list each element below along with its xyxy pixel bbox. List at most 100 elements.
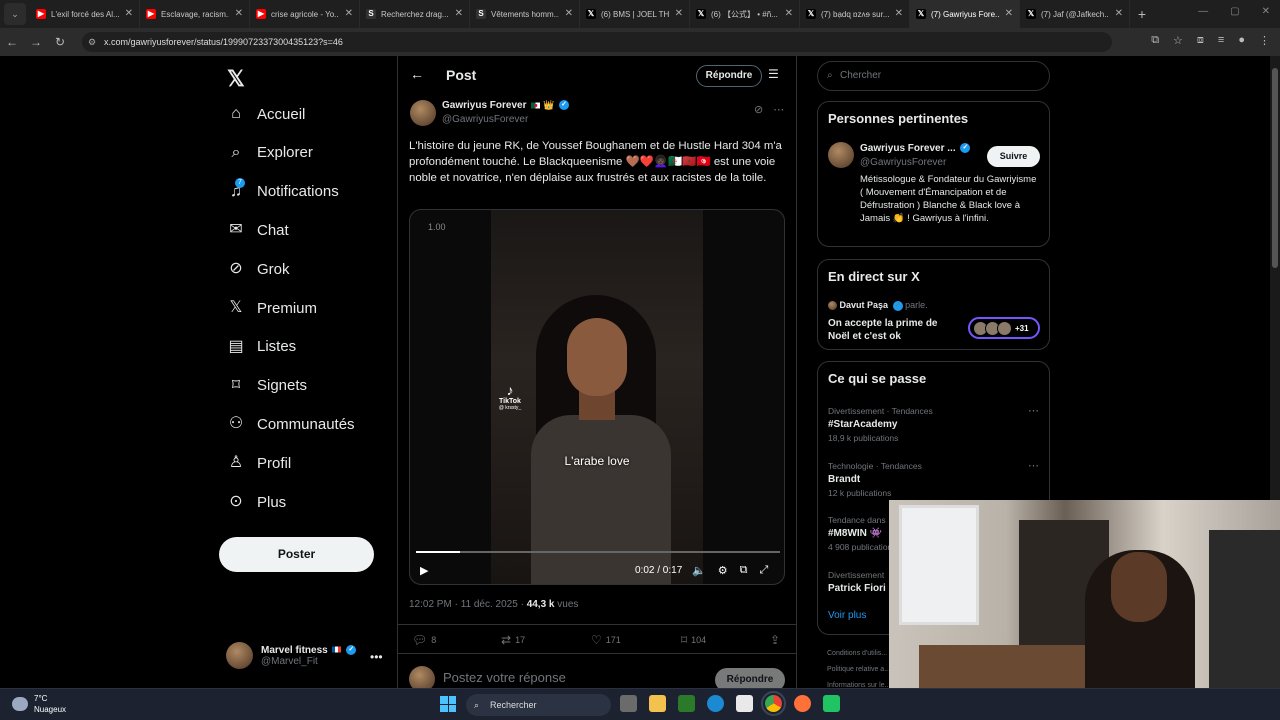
browser-menu-icon[interactable]: ⋮: [1259, 34, 1270, 47]
nvidia-icon[interactable]: [678, 695, 695, 712]
sidebar-item-chat[interactable]: ✉ Chat: [227, 221, 288, 239]
close-tab-icon[interactable]: ✕: [125, 8, 133, 19]
profile-icon[interactable]: ●: [1238, 34, 1245, 47]
close-tab-icon[interactable]: ✕: [1115, 8, 1123, 19]
video-progress-bar[interactable]: [416, 551, 780, 553]
author-handle[interactable]: @GawriyusForever: [442, 114, 569, 125]
close-tab-icon[interactable]: ✕: [455, 8, 463, 19]
forward-icon[interactable]: →: [24, 35, 48, 49]
browser-tab[interactable]: ▶ Esclavage, racism... ✕: [140, 0, 250, 28]
reading-list-icon[interactable]: ≡: [1218, 34, 1224, 47]
settings-sliders-icon[interactable]: ☰: [768, 67, 779, 81]
browser-tab[interactable]: ▶ crise agricole - Yo... ✕: [250, 0, 360, 28]
app-icon[interactable]: [823, 695, 840, 712]
like-stat[interactable]: ♡ 171: [591, 633, 621, 647]
task-view-icon[interactable]: [620, 695, 637, 712]
close-tab-icon[interactable]: ✕: [1005, 8, 1013, 19]
browser-tab[interactable]: 𝕏 (7) bạdɋ ɒzʌɘ sur... ✕: [800, 0, 910, 28]
windows-start-icon[interactable]: [440, 696, 456, 712]
close-tab-icon[interactable]: ✕: [785, 8, 793, 19]
firefox-icon[interactable]: [794, 695, 811, 712]
more-icon[interactable]: ⋯: [773, 103, 784, 116]
back-arrow-icon[interactable]: ←: [410, 66, 424, 82]
fullscreen-icon[interactable]: ⤢: [759, 564, 768, 577]
url-field[interactable]: ⚙ x.com/gawriyusforever/status/199907233…: [82, 32, 1112, 52]
relevant-avatar[interactable]: [828, 142, 854, 168]
scroll-thumb[interactable]: [1272, 68, 1278, 268]
extensions-icon[interactable]: ⧈: [1197, 34, 1204, 47]
minimize-icon[interactable]: —: [1198, 6, 1208, 17]
install-icon[interactable]: ⧉: [1151, 34, 1159, 47]
browser-tab[interactable]: S Recherchez drag... ✕: [360, 0, 470, 28]
play-icon[interactable]: ▶: [420, 564, 428, 577]
author-avatar[interactable]: [410, 100, 436, 126]
search-input[interactable]: ⌕ Chercher: [817, 61, 1050, 91]
browser-tab[interactable]: ▶ L'exil forcé des Al... ✕: [30, 0, 140, 28]
close-tab-icon[interactable]: ✕: [235, 8, 243, 19]
chrome-icon[interactable]: [761, 691, 786, 716]
footer-link[interactable]: Conditions d'utilis...: [827, 646, 890, 662]
new-tab-button[interactable]: +: [1130, 6, 1154, 22]
browser-tab[interactable]: 𝕏 (7) Gawriyus Fore... ✕: [910, 0, 1020, 28]
sidebar-item-signets[interactable]: ⌑ Signets: [227, 377, 307, 395]
browser-tab[interactable]: 𝕏 (7) Jaf (@Jafkech... ✕: [1020, 0, 1130, 28]
account-more-icon[interactable]: •••: [370, 650, 383, 664]
trend-item[interactable]: Divertissement · Tendances #StarAcademy 18…: [828, 404, 1039, 443]
relevant-handle[interactable]: @GawriyusForever: [860, 157, 946, 168]
bookmark-stat[interactable]: ⌑ 104: [681, 633, 706, 647]
sidebar-item-premium[interactable]: 𝕏 Premium: [227, 299, 317, 317]
video-frame[interactable]: ♪ TikTok @ krssty_ L'arabe love: [491, 210, 703, 584]
close-tab-icon[interactable]: ✕: [345, 8, 353, 19]
post-date[interactable]: 11 déc. 2025: [461, 599, 518, 610]
trend-item[interactable]: Technologie · Tendances Brandt 12 k public…: [828, 459, 1039, 498]
repost-stat[interactable]: ⇄ 17: [501, 633, 525, 647]
edge-icon[interactable]: [707, 695, 724, 712]
back-icon[interactable]: ←: [0, 35, 24, 49]
browser-tab[interactable]: 𝕏 (6) 【公式】 • #ñ... ✕: [690, 0, 800, 28]
volume-icon[interactable]: 🔈: [692, 564, 706, 577]
store-icon[interactable]: [736, 695, 753, 712]
show-more-link[interactable]: Voir plus: [828, 610, 866, 621]
sidebar-item-communautés[interactable]: ⚇ Communautés: [227, 415, 355, 433]
reply-stat[interactable]: 💬︎ 8: [412, 633, 436, 647]
tab-search-icon[interactable]: ⌄: [4, 3, 26, 25]
x-logo[interactable]: 𝕏: [227, 66, 245, 92]
close-window-icon[interactable]: ✕: [1262, 6, 1270, 17]
sidebar-item-plus[interactable]: ⊙ Plus: [227, 493, 286, 511]
post-time[interactable]: 12:02 PM: [409, 599, 452, 610]
sidebar-item-notifications[interactable]: ♫ 7 Notifications: [227, 177, 339, 201]
account-switcher[interactable]: Marvel fitness ✓ @Marvel_Fit •••: [226, 642, 383, 669]
sidebar-item-profil[interactable]: ♙ Profil: [227, 454, 291, 472]
close-tab-icon[interactable]: ✕: [565, 8, 573, 19]
footer-link[interactable]: Politique relative a...: [827, 662, 890, 678]
maximize-icon[interactable]: ▢: [1230, 6, 1239, 17]
weather-widget[interactable]: 7°C Nuageux: [12, 693, 66, 715]
site-info-icon[interactable]: ⚙: [88, 32, 96, 52]
taskbar-search[interactable]: ⌕ Rechercher: [466, 694, 611, 716]
relevant-name-row[interactable]: Gawriyus Forever ... ✓: [860, 143, 971, 154]
reply-header-button[interactable]: Répondre: [696, 65, 762, 87]
browser-tab[interactable]: 𝕏 (6) BMS | JOEL TH... ✕: [580, 0, 690, 28]
picture-in-picture-icon[interactable]: ⧉: [740, 564, 748, 577]
author-name[interactable]: Gawriyus Forever: [442, 100, 526, 111]
browser-tab[interactable]: S Vêtements homm... ✕: [470, 0, 580, 28]
bookmark-star-icon[interactable]: ☆: [1173, 34, 1183, 47]
gear-icon[interactable]: ⚙: [718, 564, 728, 577]
close-tab-icon[interactable]: ✕: [675, 8, 683, 19]
sidebar-item-accueil[interactable]: ⌂ Accueil: [227, 105, 305, 123]
share-stat[interactable]: ⇪: [770, 633, 780, 647]
grok-icon[interactable]: ⊘: [754, 103, 763, 116]
close-tab-icon[interactable]: ✕: [895, 8, 903, 19]
reload-icon[interactable]: ↻: [48, 35, 72, 49]
listeners-pill[interactable]: +31: [968, 317, 1040, 339]
file-explorer-icon[interactable]: [649, 695, 666, 712]
sidebar-item-grok[interactable]: ⊘ Grok: [227, 260, 289, 278]
follow-button[interactable]: Suivre: [987, 146, 1040, 167]
sidebar-item-explorer[interactable]: ⌕ Explorer: [227, 144, 313, 162]
trend-more-icon[interactable]: ⋯: [1028, 404, 1039, 417]
live-space[interactable]: Davut Paşa ✓ parle. On accepte la prime …: [828, 300, 1043, 343]
post-button[interactable]: Poster: [219, 537, 374, 572]
reply-input[interactable]: Postez votre réponse: [443, 670, 566, 685]
sidebar-item-listes[interactable]: ▤ Listes: [227, 338, 296, 356]
trend-more-icon[interactable]: ⋯: [1028, 459, 1039, 472]
